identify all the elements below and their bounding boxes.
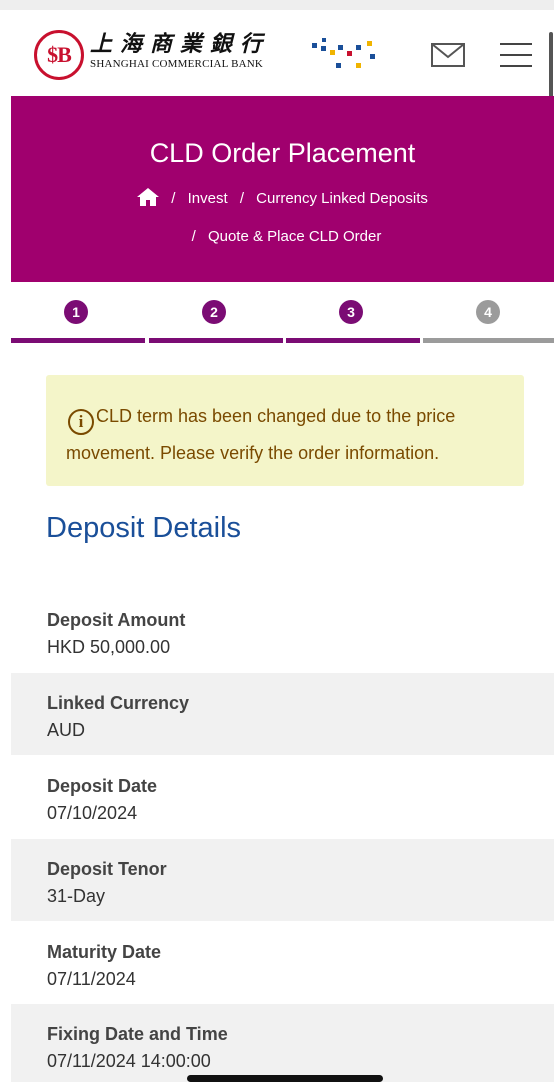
- bank-name-chinese: 上海商業銀行: [90, 31, 271, 57]
- breadcrumb-row-2: / Quote & Place CLD Order: [11, 228, 554, 245]
- field-value: 31-Day: [47, 886, 106, 906]
- price-change-alert: i CLD term has been changed due to the pr…: [46, 375, 524, 486]
- step-number: 1: [64, 300, 88, 324]
- page-title: CLD Order Placement: [149, 138, 416, 168]
- breadcrumb-separator: /: [239, 190, 244, 207]
- brand-pixel-icon: [312, 37, 382, 77]
- breadcrumb-currency-linked-deposits[interactable]: Currency Linked Deposits: [256, 190, 428, 207]
- breadcrumb: / Invest / Currency Linked Deposits: [11, 188, 554, 207]
- step-number: 3: [339, 300, 363, 324]
- field-value: 07/11/2024: [47, 969, 136, 989]
- step-number: 4: [476, 300, 500, 324]
- step-bar: [149, 338, 283, 343]
- home-indicator[interactable]: [187, 1075, 383, 1082]
- field-label: Linked Currency: [47, 693, 190, 713]
- field-label: Deposit Amount: [47, 610, 186, 630]
- field-label: Fixing Date and Time: [47, 1024, 228, 1044]
- field-label: Deposit Tenor: [47, 859, 167, 879]
- app-header: $B 上海商業銀行 SHANGHAI COMMERCIAL BANK: [0, 0, 554, 96]
- step-bar: [11, 338, 145, 343]
- bank-name-english: SHANGHAI COMMERCIAL BANK: [90, 58, 264, 70]
- step-number: 2: [202, 300, 226, 324]
- home-icon[interactable]: [137, 188, 160, 206]
- menu-icon[interactable]: [500, 43, 532, 69]
- progress-stepper: 1 2 3 4: [11, 298, 554, 348]
- step-bar: [286, 338, 420, 343]
- breadcrumb-quote-place-cld-order: Quote & Place CLD Order: [207, 228, 382, 245]
- field-deposit-amount: Deposit Amount HKD 50,000.00: [11, 590, 554, 672]
- mail-icon[interactable]: [431, 43, 465, 67]
- step-1: 1: [11, 298, 145, 346]
- field-linked-currency: Linked Currency AUD: [11, 673, 554, 755]
- alert-message-container: i CLD term has been changed due to the pr…: [66, 398, 506, 471]
- field-fixing-date-time: Fixing Date and Time 07/11/2024 14:00:00: [11, 1004, 554, 1082]
- step-3: 3: [286, 298, 420, 346]
- step-2: 2: [149, 298, 283, 346]
- field-label: Maturity Date: [47, 942, 162, 962]
- section-title: Deposit Details: [46, 512, 242, 544]
- field-value: HKD 50,000.00: [47, 637, 171, 657]
- breadcrumb-invest[interactable]: Invest: [188, 190, 228, 207]
- field-deposit-tenor: Deposit Tenor 31-Day: [11, 839, 554, 921]
- alert-message: CLD term has been changed due to the pri…: [66, 406, 456, 463]
- info-icon: i: [68, 409, 94, 435]
- field-maturity-date: Maturity Date 07/11/2024: [11, 922, 554, 1004]
- breadcrumb-separator: /: [191, 228, 196, 245]
- step-4: 4: [423, 298, 554, 346]
- bank-logo-icon[interactable]: $B: [34, 30, 84, 80]
- breadcrumb-separator: /: [171, 190, 176, 207]
- field-value: AUD: [47, 720, 86, 740]
- field-value: 07/11/2024 14:00:00: [47, 1051, 211, 1071]
- step-bar: [423, 338, 554, 343]
- field-value: 07/10/2024: [47, 803, 138, 823]
- field-deposit-date: Deposit Date 07/10/2024: [11, 756, 554, 838]
- page-banner: CLD Order Placement / Invest / Currency …: [11, 96, 554, 282]
- field-label: Deposit Date: [47, 776, 158, 796]
